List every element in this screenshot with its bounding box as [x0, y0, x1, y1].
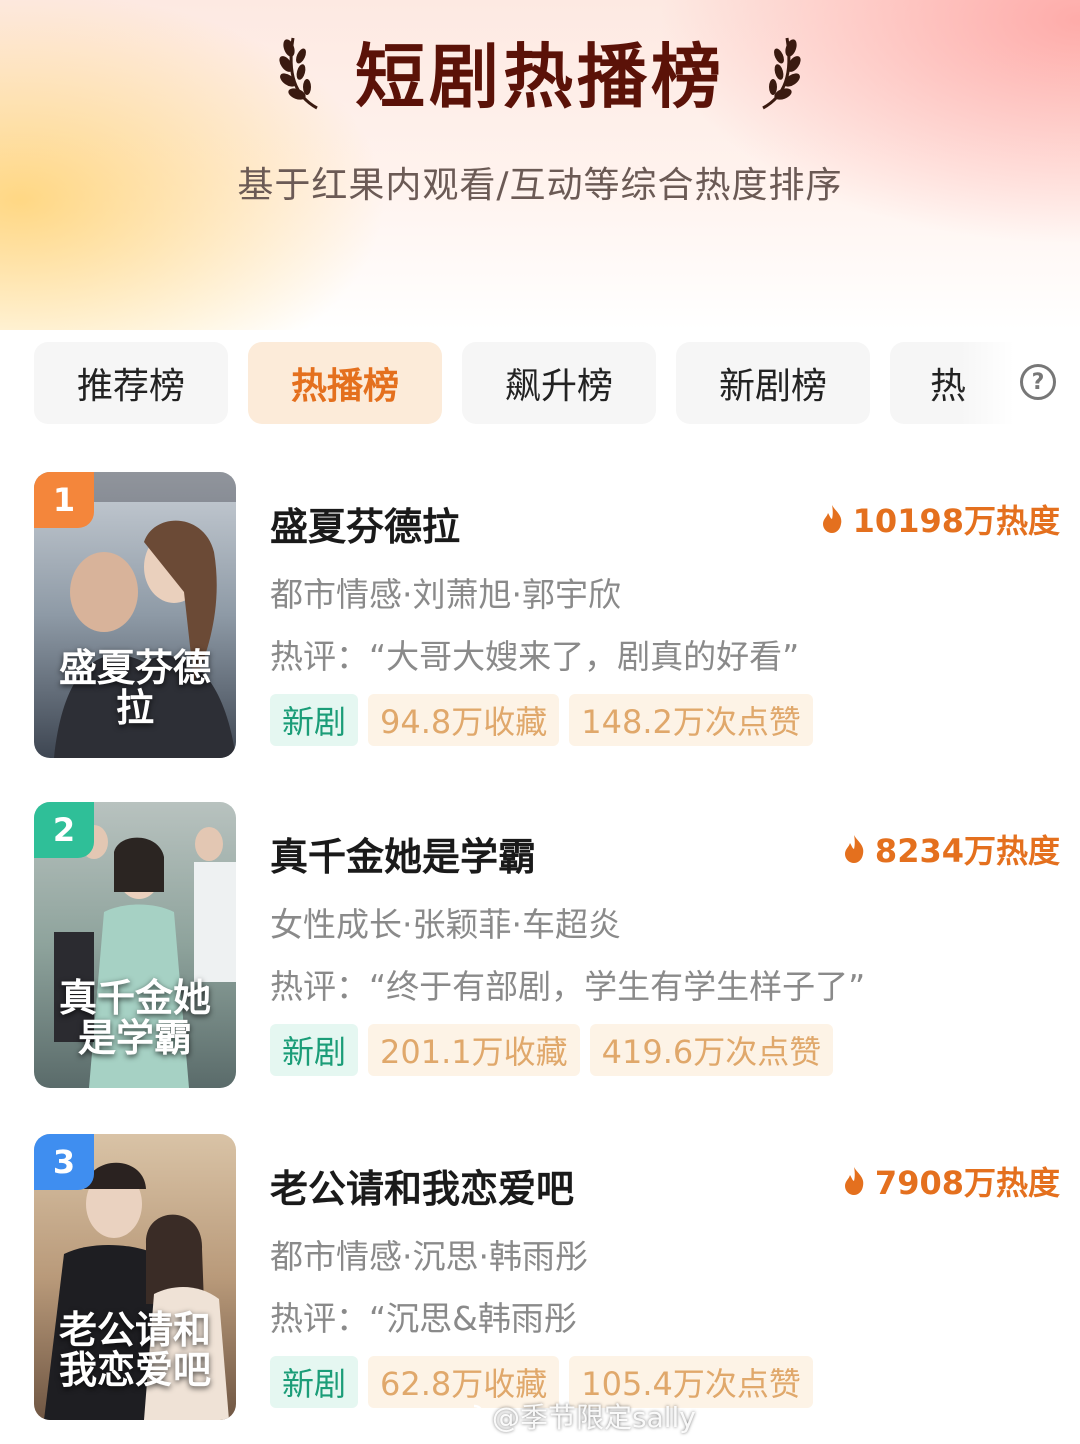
- help-icon[interactable]: ?: [1020, 364, 1056, 400]
- hot-comment: 热评：“沉思&韩雨彤: [270, 1299, 577, 1338]
- like-count: 419.6万次点赞: [589, 1024, 834, 1076]
- list-item[interactable]: 3 老公请和我恋爱吧 老公请和我恋爱吧 7908万热度 都市情感·沉思·韩雨彤 …: [0, 1134, 1080, 1424]
- hot-comment: 热评：“大哥大嫂来了，剧真的好看”: [270, 637, 800, 676]
- header-title-row: 短剧热播榜: [0, 26, 1080, 118]
- tab-hot-play[interactable]: 热播榜: [248, 342, 442, 424]
- laurel-left-icon: [279, 37, 318, 110]
- genre-cast: 都市情感·刘萧旭·郭宇欣: [270, 575, 621, 614]
- poster-title: 真千金她是学霸: [58, 975, 211, 1061]
- poster-title: 盛夏芬德拉: [58, 645, 211, 731]
- new-drama-badge: 新剧: [270, 1024, 359, 1076]
- rank-badge: 1: [34, 472, 94, 528]
- page-title: 短剧热播榜: [355, 35, 725, 118]
- poster-image[interactable]: 2 真千金她是学霸: [34, 802, 236, 1088]
- genre-cast: 都市情感·沉思·韩雨彤: [270, 1237, 588, 1276]
- like-count: 148.2万次点赞: [569, 694, 813, 746]
- badge-row: 新剧 94.8万收藏 148.2万次点赞: [270, 694, 813, 746]
- tab-recommend[interactable]: 推荐榜: [34, 342, 228, 424]
- heat-score: 8234万热度: [843, 826, 1060, 872]
- poster-image[interactable]: 3 老公请和我恋爱吧: [34, 1134, 236, 1420]
- weibo-icon: [450, 1404, 484, 1430]
- hot-comment: 热评：“终于有部剧，学生有学生样子了”: [270, 967, 866, 1006]
- new-drama-badge: 新剧: [270, 694, 359, 746]
- drama-title[interactable]: 盛夏芬德拉: [270, 496, 460, 551]
- heat-score: 10198万热度: [821, 496, 1060, 542]
- drama-title[interactable]: 老公请和我恋爱吧: [270, 1158, 574, 1213]
- flame-icon: [844, 1167, 864, 1195]
- collect-count: 201.1万收藏: [368, 1024, 580, 1076]
- heat-value: 10198万热度: [852, 502, 1060, 540]
- drama-title[interactable]: 真千金她是学霸: [270, 826, 536, 881]
- rank-badge: 3: [34, 1134, 94, 1190]
- collect-count: 94.8万收藏: [368, 694, 560, 746]
- new-drama-badge: 新剧: [270, 1356, 359, 1408]
- heat-score: 7908万热度: [843, 1158, 1060, 1204]
- watermark: @季节限定sally: [450, 1396, 696, 1436]
- tab-new-drama[interactable]: 新剧榜: [676, 342, 870, 424]
- rank-badge: 2: [34, 802, 94, 858]
- heat-value: 8234万热度: [874, 832, 1060, 870]
- poster-image[interactable]: 1 盛夏芬德拉: [34, 472, 236, 758]
- poster-title: 老公请和我恋爱吧: [58, 1307, 211, 1393]
- ranking-tabs: 推荐榜 热播榜 飙升榜 新剧榜 热: [34, 342, 1080, 424]
- tab-rising[interactable]: 飙升榜: [462, 342, 656, 424]
- laurel-right-icon: [762, 37, 801, 110]
- page-subtitle: 基于红果内观看/互动等综合热度排序: [237, 165, 843, 206]
- list-item[interactable]: 1 盛夏芬德拉 盛夏芬德拉 10198万热度 都市情感·刘萧旭·郭宇欣 热评：“…: [0, 472, 1080, 762]
- flame-icon: [844, 835, 864, 863]
- watermark-text: @季节限定sally: [492, 1401, 696, 1434]
- heat-value: 7908万热度: [874, 1164, 1060, 1202]
- genre-cast: 女性成长·张颖菲·车超炎: [270, 905, 621, 944]
- badge-row: 新剧 201.1万收藏 419.6万次点赞: [270, 1024, 834, 1076]
- list-item[interactable]: 2 真千金她是学霸 真千金她是学霸 8234万热度 女性成长·张颖菲·车超炎 热…: [0, 802, 1080, 1092]
- flame-icon: [822, 505, 841, 533]
